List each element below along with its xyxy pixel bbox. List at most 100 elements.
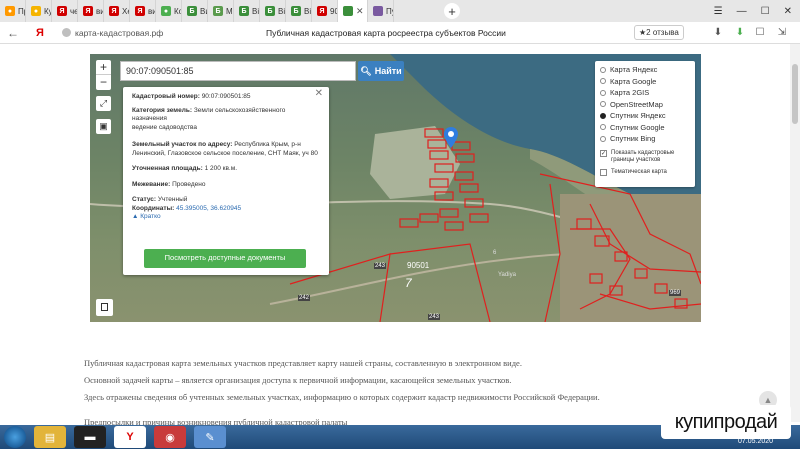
map-label: 243 [374,263,387,269]
coordinates-label: Координаты: [132,204,175,212]
layer-option[interactable]: OpenStreetMap [600,99,690,111]
layer-option[interactable]: Карта Яндекс [600,64,690,76]
start-button[interactable] [4,426,26,448]
find-button[interactable]: 🔍︎ Найти [358,61,404,81]
minimize-icon[interactable]: — [737,6,747,17]
back-arrow-icon[interactable]: ← [4,26,22,40]
address-bar: ← Я карта-кадастровая.рф Публичная кадас… [0,22,800,44]
land-category-label: Категория земель: [132,106,193,114]
tab-strip: ●Пр●КуЯчеЯвиЯХеЯви●КоБВиБМіБВіБВіБВіЯ90✕… [0,0,800,22]
browser-tab[interactable]: ●Ко [156,0,182,22]
download-icon[interactable]: ⬇ [734,27,746,39]
radio-button[interactable] [600,112,606,119]
fullscreen-icon[interactable] [96,299,113,316]
yandex-logo-icon[interactable]: Я [30,27,50,39]
map-label: 243 [428,314,441,320]
browser-tab[interactable]: Я90 [312,0,338,22]
zoom-out-button[interactable]: − [96,75,111,90]
close-icon[interactable]: ✕ [315,89,323,99]
map-label: 90501 [407,261,430,270]
expand-icon[interactable]: ⤢ [96,96,111,111]
paint-icon[interactable]: ✎ [194,426,226,448]
layer-checkbox-row[interactable]: ✓ Показать кадастровые границы участков [600,149,690,164]
reviews-button[interactable]: ★2 отзыва [634,25,684,40]
close-tab-icon[interactable]: ✕ [356,6,364,17]
layer-option[interactable]: Спутник Яндекс [600,110,690,122]
favicon-icon [373,6,383,16]
browser-tab[interactable]: Б Ві [260,0,286,22]
brief-link[interactable]: ▲ Кратко [132,213,320,222]
radio-button[interactable] [600,135,606,142]
radio-button[interactable] [600,78,606,85]
favicon-icon: Я [83,6,93,16]
page-scrollbar[interactable] [790,44,800,422]
browser-tab[interactable]: Пу [368,0,394,22]
radio-button[interactable] [600,101,606,108]
folder-icon[interactable]: ▤ [34,426,66,448]
browser-tab-label: ви [96,6,104,16]
browser-tab[interactable]: ● Ку [26,0,52,22]
close-window-icon[interactable]: ✕ [784,6,792,17]
layer-checkbox-row[interactable]: Тематическая карта [600,168,690,176]
bookmark-icon[interactable]: ⬇ [712,27,724,39]
layer-option[interactable]: Карта Google [600,76,690,88]
layer-option-label: Карта Яндекс [610,65,658,75]
browser-tab[interactable]: ●Пр [0,0,26,22]
print-icon[interactable]: ▣ [96,119,111,134]
menu-icon[interactable]: ⇲ [776,27,788,39]
layer-option-label: Спутник Bing [610,134,656,144]
map-label: 969 [669,290,682,296]
cadastral-map[interactable]: 90501 7 243 242 969 243 Yadiya 6 + − ⤢ ▣… [90,54,701,322]
maximize-icon[interactable]: ☐ [761,6,770,17]
view-documents-button[interactable]: Посмотреть доступные документы [144,249,306,268]
radio-button[interactable] [600,89,606,96]
browser-tab-label: Ви [200,6,207,16]
area-label: Уточненная площадь: [132,165,203,172]
favicon-icon [343,6,353,16]
share-icon[interactable]: ☐ [754,27,766,39]
browser-tab[interactable]: ЯХе [104,0,130,22]
checkbox[interactable]: ✓ [600,149,607,157]
menu-icon[interactable]: ☰ [714,6,723,17]
new-tab-button[interactable]: + [444,3,460,19]
map-label: 242 [298,295,311,301]
url-field[interactable]: карта-кадастровая.рф [62,28,163,38]
browser-tab[interactable]: БВи [182,0,208,22]
browser-tab[interactable]: Б Мі [208,0,234,22]
camera-icon[interactable]: ◉ [154,426,186,448]
cadastral-search-input[interactable]: 90:07:090501:85 [120,61,356,81]
article: Публичная кадастровая карта земельных уч… [84,358,684,427]
url-text: карта-кадастровая.рф [75,27,164,38]
browser-tab-active[interactable]: ✕ [338,0,368,22]
address-label: Земельный участок по адресу: [132,141,233,148]
radio-button[interactable] [600,124,606,131]
browser-tab[interactable]: Б Ві [234,0,260,22]
page-title: Публичная кадастровая карта росреестра с… [266,28,506,38]
checkbox-label: Тематическая карта [611,168,667,175]
location-pin-icon[interactable] [444,127,458,149]
browser-tab[interactable]: Яви [78,0,104,22]
favicon-icon: Я [135,6,145,16]
layer-option[interactable]: Карта 2GIS [600,87,690,99]
checkbox[interactable] [600,168,607,176]
zoom-in-button[interactable]: + [96,60,111,75]
favicon-icon: ● [161,6,171,16]
terminal-icon[interactable]: ▬ [74,426,106,448]
layer-option-label: Карта Google [610,76,657,86]
favicon-icon: Б [265,6,275,16]
browser-tab[interactable]: Б Ві [286,0,312,22]
yandex-browser-icon[interactable]: Y [114,426,146,448]
radio-button[interactable] [600,66,606,73]
land-use-value: ведение садоводства [132,123,198,131]
checkbox-label: Показать кадастровые границы участков [611,149,675,163]
article-paragraph: Основной задачей карты – является органи… [84,375,512,385]
layer-option[interactable]: Спутник Google [600,122,690,134]
coordinates-link[interactable]: 45.395005, 36.620945 [176,205,241,212]
favicon-icon: Я [57,6,67,16]
layer-option[interactable]: Спутник Bing [600,133,690,145]
find-button-label: Найти [374,66,402,76]
article-paragraph: Здесь отражены сведения об учтенных земе… [84,392,600,402]
browser-tab-label: Хе [122,6,129,16]
browser-tab[interactable]: Яче [52,0,78,22]
browser-tab[interactable]: Яви [130,0,156,22]
